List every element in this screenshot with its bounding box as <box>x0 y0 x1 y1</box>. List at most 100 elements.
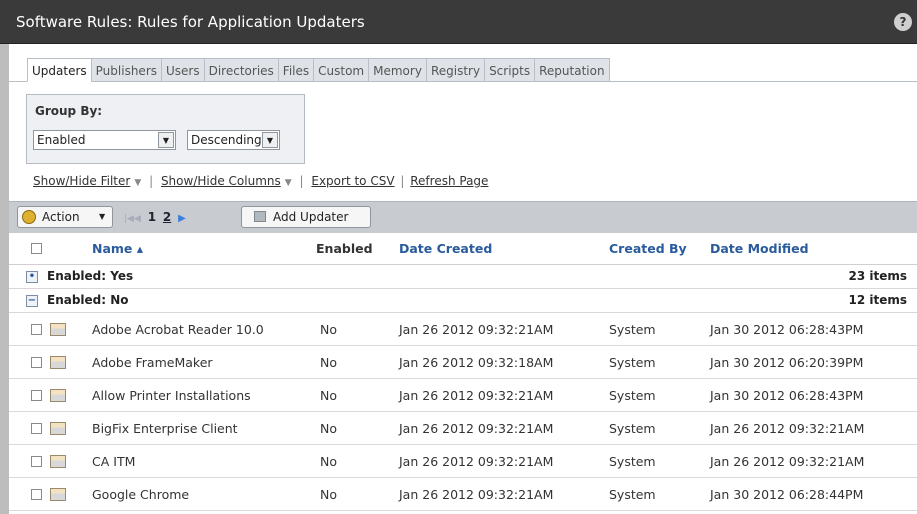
updater-icon <box>50 355 66 369</box>
select-all-checkbox[interactable] <box>31 243 42 254</box>
group-count: 12 items <box>848 293 907 307</box>
expand-icon[interactable]: • <box>26 271 38 283</box>
window-title: Software Rules: Rules for Application Up… <box>16 13 365 31</box>
chevron-down-icon[interactable]: ▼ <box>134 178 141 188</box>
row-created-by: System <box>609 321 656 337</box>
row-created-by: System <box>609 354 656 370</box>
row-date-modified: Jan 26 2012 09:32:21AM <box>710 453 865 469</box>
group-by-order-select[interactable]: Descending ▼ <box>187 130 280 150</box>
row-date-modified: Jan 30 2012 06:28:43PM <box>710 387 864 403</box>
row-name[interactable]: CA ITM <box>92 445 135 477</box>
column-header-date-modified[interactable]: Date Modified <box>710 233 809 264</box>
updater-icon-cell <box>50 445 66 477</box>
row-created-by: System <box>609 387 656 403</box>
next-page-icon[interactable]: ▶ <box>178 213 186 224</box>
updater-icon-cell <box>50 313 66 345</box>
table-row[interactable]: Adobe Acrobat Reader 10.0 No Jan 26 2012… <box>9 313 917 346</box>
chevron-down-icon[interactable]: ▼ <box>262 132 278 148</box>
row-checkbox[interactable] <box>31 488 42 500</box>
add-updater-button[interactable]: Add Updater <box>241 206 371 228</box>
tab-directories[interactable]: Directories <box>203 58 278 82</box>
column-header-date-created[interactable]: Date Created <box>399 233 492 264</box>
row-date-modified: Jan 26 2012 09:32:21AM <box>710 420 865 436</box>
row-enabled: No <box>320 486 337 502</box>
row-name[interactable]: Allow Printer Installations <box>92 379 251 411</box>
show-hide-filter-link[interactable]: Show/Hide Filter <box>33 174 130 188</box>
row-date-created: Jan 26 2012 09:32:21AM <box>399 486 554 502</box>
row-select-cell <box>31 346 42 378</box>
tab-users[interactable]: Users <box>161 58 204 82</box>
updaters-table: Name ▴ Enabled Date Created Created By D… <box>9 233 917 511</box>
page-1-link[interactable]: 1 <box>148 210 156 224</box>
group-by-field-value: Enabled <box>37 133 86 147</box>
tab-reputation[interactable]: Reputation <box>534 58 610 82</box>
row-created-by: System <box>609 453 656 469</box>
table-row[interactable]: Allow Printer Installations No Jan 26 20… <box>9 379 917 412</box>
tab-memory[interactable]: Memory <box>368 58 426 82</box>
row-select-cell <box>31 412 42 444</box>
link-separator: | <box>299 174 304 188</box>
column-header-enabled[interactable]: Enabled <box>316 233 373 264</box>
table-header: Name ▴ Enabled Date Created Created By D… <box>9 233 917 265</box>
row-checkbox[interactable] <box>31 323 42 335</box>
row-enabled: No <box>320 321 337 337</box>
row-name[interactable]: Adobe FrameMaker <box>92 346 213 378</box>
row-select-cell <box>31 445 42 477</box>
action-button[interactable]: Action ▼ <box>17 206 113 228</box>
group-by-order-value: Descending <box>191 133 262 147</box>
group-by-box: Group By: Enabled ▼ Descending ▼ <box>26 94 305 164</box>
row-select-cell <box>31 478 42 510</box>
column-header-name[interactable]: Name ▴ <box>92 233 143 264</box>
row-created-by: System <box>609 486 656 502</box>
group-count: 23 items <box>848 269 907 283</box>
window-titlebar: Software Rules: Rules for Application Up… <box>0 0 917 44</box>
tab-bar: Updaters Publishers Users Directories Fi… <box>27 58 610 82</box>
table-row[interactable]: Adobe FrameMaker No Jan 26 2012 09:32:18… <box>9 346 917 379</box>
export-csv-link[interactable]: Export to CSV <box>311 174 394 188</box>
updater-icon <box>50 487 66 501</box>
group-by-field-select[interactable]: Enabled ▼ <box>33 130 176 150</box>
updater-icon-cell <box>50 412 66 444</box>
row-checkbox[interactable] <box>31 455 42 467</box>
table-row[interactable]: Google Chrome No Jan 26 2012 09:32:21AM … <box>9 478 917 511</box>
tab-files[interactable]: Files <box>277 58 314 82</box>
row-checkbox[interactable] <box>31 356 42 368</box>
row-checkbox[interactable] <box>31 422 42 434</box>
link-separator: | <box>400 174 405 188</box>
tab-publishers[interactable]: Publishers <box>90 58 161 82</box>
table-row[interactable]: CA ITM No Jan 26 2012 09:32:21AM System … <box>9 445 917 478</box>
chevron-down-icon[interactable]: ▼ <box>285 178 292 188</box>
row-created-by: System <box>609 420 656 436</box>
group-by-label: Group By: <box>35 104 103 118</box>
row-name[interactable]: Adobe Acrobat Reader 10.0 <box>92 313 264 345</box>
help-icon[interactable]: ? <box>894 13 912 31</box>
chevron-down-icon: ▼ <box>99 212 106 221</box>
group-row-enabled-no[interactable]: − Enabled: No 12 items <box>9 289 917 313</box>
tab-scripts[interactable]: Scripts <box>484 58 535 82</box>
row-checkbox[interactable] <box>31 389 42 401</box>
row-select-cell <box>31 379 42 411</box>
row-date-modified: Jan 30 2012 06:28:43PM <box>710 321 864 337</box>
show-hide-columns-link[interactable]: Show/Hide Columns <box>161 174 281 188</box>
row-date-modified: Jan 30 2012 06:28:44PM <box>710 486 864 502</box>
updater-icon <box>50 421 66 435</box>
refresh-page-link[interactable]: Refresh Page <box>410 174 488 188</box>
tab-updaters[interactable]: Updaters <box>27 58 91 82</box>
row-name[interactable]: BigFix Enterprise Client <box>92 412 238 444</box>
column-header-created-by[interactable]: Created By <box>609 233 687 264</box>
row-date-created: Jan 26 2012 09:32:18AM <box>399 354 554 370</box>
table-row[interactable]: BigFix Enterprise Client No Jan 26 2012 … <box>9 412 917 445</box>
tab-registry[interactable]: Registry <box>425 58 485 82</box>
tab-custom[interactable]: Custom <box>313 58 369 82</box>
page-2-link[interactable]: 2 <box>163 210 171 224</box>
collapse-icon[interactable]: − <box>26 295 38 307</box>
view-links: Show/Hide Filter ▼ | Show/Hide Columns ▼ |… <box>33 174 488 188</box>
updater-icon <box>50 322 66 336</box>
row-name[interactable]: Google Chrome <box>92 478 189 510</box>
group-row-enabled-yes[interactable]: • Enabled: Yes 23 items <box>9 265 917 289</box>
updater-icon <box>50 388 66 402</box>
chevron-down-icon[interactable]: ▼ <box>158 132 174 148</box>
row-enabled: No <box>320 420 337 436</box>
first-page-icon[interactable]: |◀◀ <box>124 214 141 224</box>
updater-icon <box>50 454 66 468</box>
